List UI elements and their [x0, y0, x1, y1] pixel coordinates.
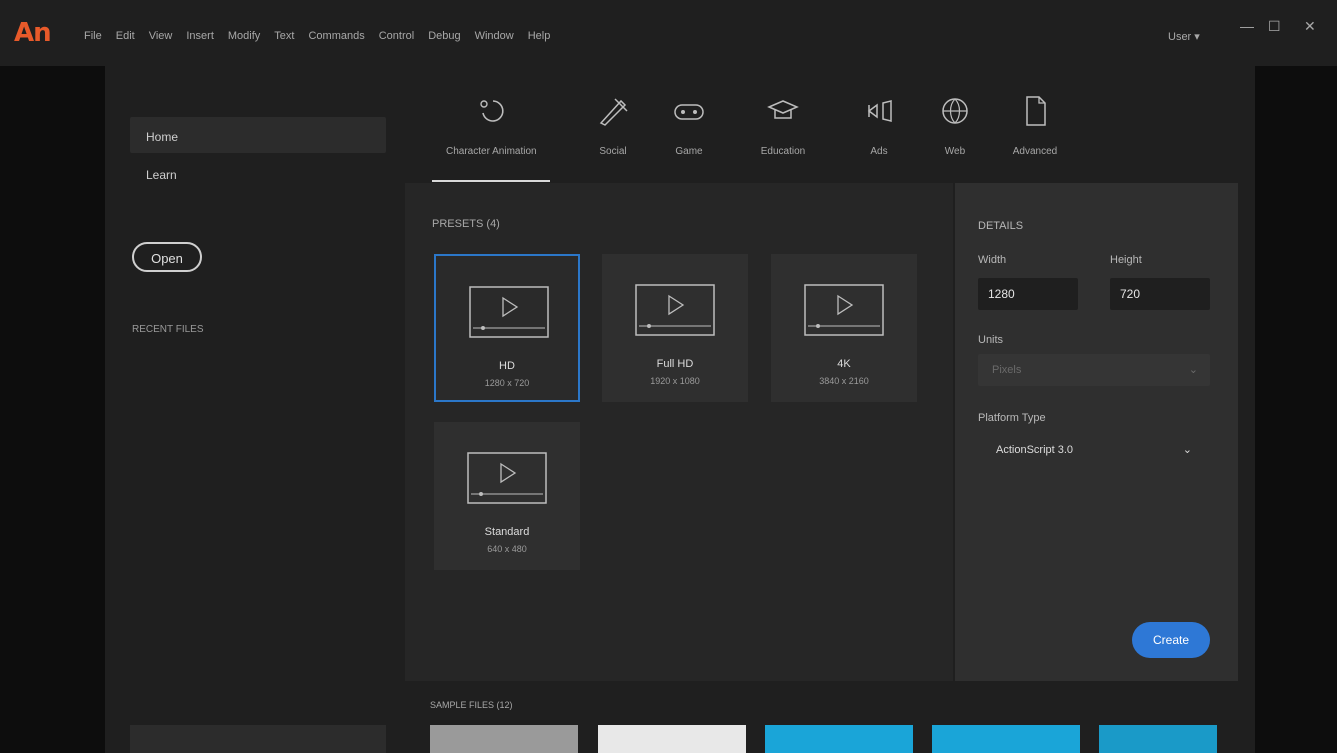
menu-window[interactable]: Window: [475, 30, 514, 42]
menu-debug[interactable]: Debug: [428, 30, 460, 42]
tab-label: Character Animation: [446, 146, 537, 157]
character-animation-icon: [446, 88, 536, 134]
preset-size: 1920 x 1080: [650, 376, 700, 386]
units-label: Units: [978, 334, 1004, 346]
sample-file-thumb[interactable]: [932, 725, 1080, 753]
presets-title: PRESETS (4): [432, 218, 500, 230]
preset-size: 3840 x 2160: [819, 376, 869, 386]
close-button[interactable]: ✕: [1304, 18, 1316, 35]
education-icon: [738, 88, 828, 134]
minimize-button[interactable]: —: [1240, 18, 1254, 34]
menu-file[interactable]: File: [84, 30, 102, 42]
platform-type-label: Platform Type: [978, 412, 1046, 424]
preset-name: Full HD: [656, 358, 694, 370]
menu-insert[interactable]: Insert: [186, 30, 214, 42]
height-label: Height: [1110, 254, 1142, 266]
chevron-down-icon: ⌄: [1182, 444, 1192, 456]
preset-size: 1280 x 720: [484, 378, 530, 388]
units-select[interactable]: Pixels ⌄: [978, 354, 1210, 386]
preset-card-standard[interactable]: Standard 640 x 480: [434, 422, 580, 570]
menu-items: File Edit View Insert Modify Text Comman…: [84, 30, 550, 42]
tab-label: Education: [760, 146, 806, 157]
preset-card-hd[interactable]: HD 1280 x 720: [434, 254, 580, 402]
preset-card-full-hd[interactable]: Full HD 1920 x 1080: [602, 254, 748, 402]
chevron-down-icon: ⌄: [1188, 364, 1198, 376]
restore-button[interactable]: ☐: [1268, 18, 1281, 35]
menu-commands[interactable]: Commands: [308, 30, 364, 42]
nav-learn[interactable]: Learn: [146, 168, 177, 182]
preset-name: Standard: [484, 526, 530, 538]
video-icon: [804, 284, 884, 336]
web-icon: [910, 88, 1000, 134]
preset-card-4k[interactable]: 4K 3840 x 2160: [771, 254, 917, 402]
preset-name: HD: [499, 360, 515, 372]
units-value: Pixels: [992, 364, 1022, 376]
preset-name: 4K: [837, 358, 851, 370]
sample-files-title: SAMPLE FILES (12): [430, 700, 513, 710]
tab-game[interactable]: Game: [644, 88, 734, 157]
tab-label: Advanced: [1012, 146, 1058, 157]
preset-size: 640 x 480: [487, 544, 527, 554]
active-tab-indicator: [432, 180, 550, 182]
menu-bar: An File Edit View Insert Modify Text Com…: [0, 0, 1337, 66]
video-icon: [469, 286, 549, 338]
tab-label: Web: [944, 146, 966, 157]
nav-home-label: Home: [146, 130, 179, 144]
tab-web[interactable]: Web: [910, 88, 1000, 157]
menu-text[interactable]: Text: [274, 30, 294, 42]
tab-character-animation[interactable]: Character Animation: [446, 88, 537, 157]
recent-files-label: RECENT FILES: [132, 324, 204, 335]
tab-label: Game: [675, 146, 703, 157]
tab-advanced[interactable]: Advanced: [990, 88, 1080, 157]
menu-modify[interactable]: Modify: [228, 30, 260, 42]
menu-control[interactable]: Control: [379, 30, 414, 42]
app-logo: An: [14, 18, 52, 48]
sample-file-thumb[interactable]: [765, 725, 913, 753]
video-icon: [467, 452, 547, 504]
nav-bottom-box: [130, 725, 386, 753]
width-label: Width: [978, 254, 1007, 266]
width-input[interactable]: 1280: [978, 278, 1078, 310]
game-icon: [644, 88, 734, 134]
tab-education[interactable]: Education: [738, 88, 828, 157]
platform-type-value: ActionScript 3.0: [996, 444, 1074, 456]
video-icon: [635, 284, 715, 336]
sample-file-thumb[interactable]: [430, 725, 578, 753]
open-button[interactable]: Open: [132, 242, 202, 272]
menu-edit[interactable]: Edit: [116, 30, 135, 42]
user-label: User: [1168, 31, 1192, 43]
sample-file-thumb[interactable]: [598, 725, 746, 753]
platform-type-select[interactable]: ActionScript 3.0 ⌄: [978, 434, 1210, 466]
menu-view[interactable]: View: [149, 30, 173, 42]
advanced-icon: [990, 88, 1080, 134]
sample-file-thumb[interactable]: [1099, 725, 1217, 753]
details-title: DETAILS: [978, 220, 1024, 232]
height-input[interactable]: 720: [1110, 278, 1210, 310]
right-gutter: [1255, 66, 1337, 753]
create-button[interactable]: Create: [1132, 622, 1210, 658]
menu-help[interactable]: Help: [528, 30, 551, 42]
user-menu[interactable]: User ▾: [1168, 30, 1200, 43]
left-gutter: [0, 66, 105, 753]
